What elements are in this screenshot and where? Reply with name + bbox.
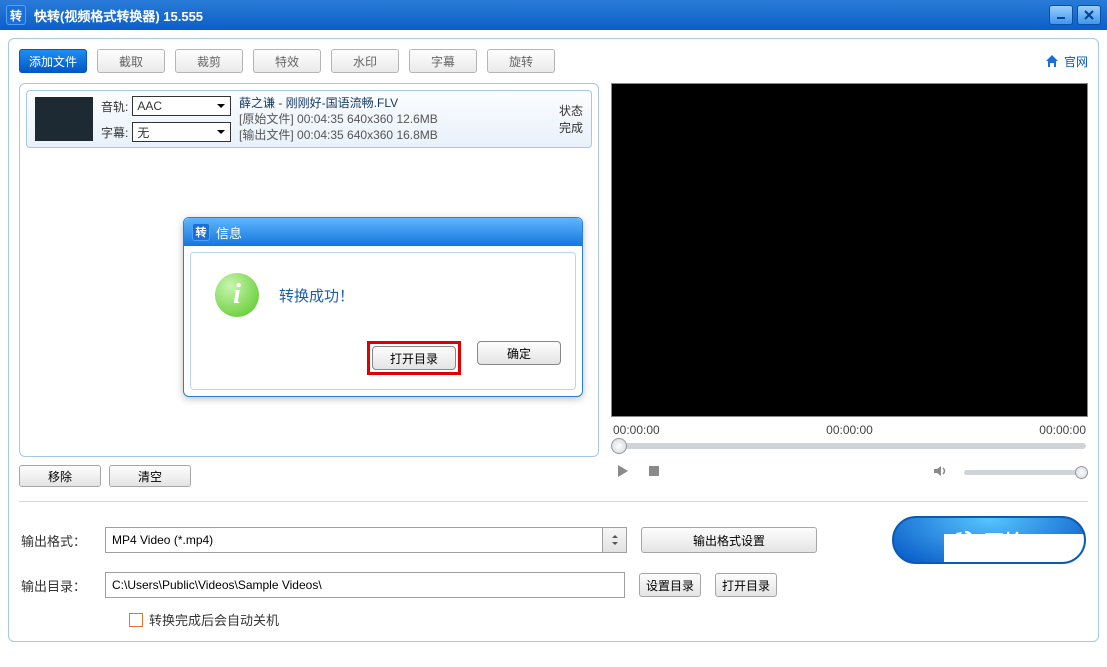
clear-button[interactable]: 清空 [109,465,191,487]
file-info: 薛之谦 - 刚刚好-国语流畅.FLV [原始文件] 00:04:35 640x3… [239,95,535,143]
output-format-label: 输出格式： [21,531,91,550]
set-dir-button[interactable]: 设置目录 [639,573,701,597]
video-thumbnail [35,97,93,141]
dialog-message: 转换成功！ [279,285,354,306]
volume-thumb[interactable] [1075,466,1088,479]
watermark-button[interactable]: 水印 [331,49,399,73]
speaker-icon[interactable] [932,463,948,482]
subtitle-track-label: 字幕: [101,124,128,141]
seek-thumb[interactable] [611,438,627,454]
format-dropdown-button[interactable] [603,527,627,553]
info-icon: i [215,273,259,317]
highlight-box: 打开目录 [367,341,461,375]
seek-slider[interactable] [613,443,1086,449]
toolbar: 添加文件 截取 裁剪 特效 水印 字幕 旋转 官网 [15,45,1092,83]
chevron-down-icon [214,125,228,139]
dialog-icon: 转 [192,223,210,241]
remove-button[interactable]: 移除 [19,465,101,487]
main-frame: 添加文件 截取 裁剪 特效 水印 字幕 旋转 官网 音轨: [8,38,1099,642]
time-mid: 00:00:00 [826,423,873,437]
titlebar: 转 快转(视频格式转换器) 15.555 [0,0,1107,30]
output-dir-input[interactable] [105,572,625,598]
divider [19,501,1088,502]
official-site-label: 官网 [1064,53,1088,70]
crop-button[interactable]: 裁剪 [175,49,243,73]
audio-track-value: AAC [137,99,162,113]
volume-slider[interactable] [964,470,1084,475]
close-button[interactable] [1077,5,1101,25]
output-format-settings-button[interactable]: 输出格式设置 [641,527,817,553]
audio-track-select[interactable]: AAC [132,96,231,116]
output-format-input[interactable] [105,527,603,553]
dialog-ok-button[interactable]: 确定 [477,341,561,365]
time-end: 00:00:00 [1039,423,1086,437]
subtitle-track-select[interactable]: 无 [132,122,231,142]
cut-button[interactable]: 截取 [97,49,165,73]
dialog-titlebar: 转 信息 [184,218,582,246]
stop-button[interactable] [647,464,661,481]
file-name: 薛之谦 - 刚刚好-国语流畅.FLV [239,95,535,111]
chevron-down-icon [214,99,228,113]
open-dir-button[interactable]: 打开目录 [715,573,777,597]
minimize-button[interactable] [1049,5,1073,25]
shutdown-label: 转换完成后会自动关机 [149,610,279,629]
rotate-button[interactable]: 旋转 [487,49,555,73]
window-title: 快转(视频格式转换器) 15.555 [34,6,203,25]
dialog-open-dir-button[interactable]: 打开目录 [372,346,456,370]
dialog-title-text: 信息 [216,223,242,242]
app-icon: 转 [6,5,26,25]
video-preview [611,83,1088,417]
shutdown-checkbox[interactable] [129,613,143,627]
occlusion [944,534,1086,562]
output-dir-label: 输出目录： [21,576,91,595]
file-row[interactable]: 音轨: AAC 字幕: 无 [26,90,592,148]
home-icon [1044,53,1060,69]
official-site-link[interactable]: 官网 [1044,53,1088,70]
effect-button[interactable]: 特效 [253,49,321,73]
subtitle-button[interactable]: 字幕 [409,49,477,73]
file-status: 状态 完成 [543,102,583,136]
subtitle-track-value: 无 [137,124,149,141]
info-dialog: 转 信息 i 转换成功！ 打开目录 确定 [183,217,583,397]
add-file-button[interactable]: 添加文件 [19,49,87,73]
audio-track-label: 音轨: [101,98,128,115]
play-button[interactable] [615,463,631,482]
start-button[interactable]: 开始 [892,516,1086,564]
time-start: 00:00:00 [613,423,660,437]
